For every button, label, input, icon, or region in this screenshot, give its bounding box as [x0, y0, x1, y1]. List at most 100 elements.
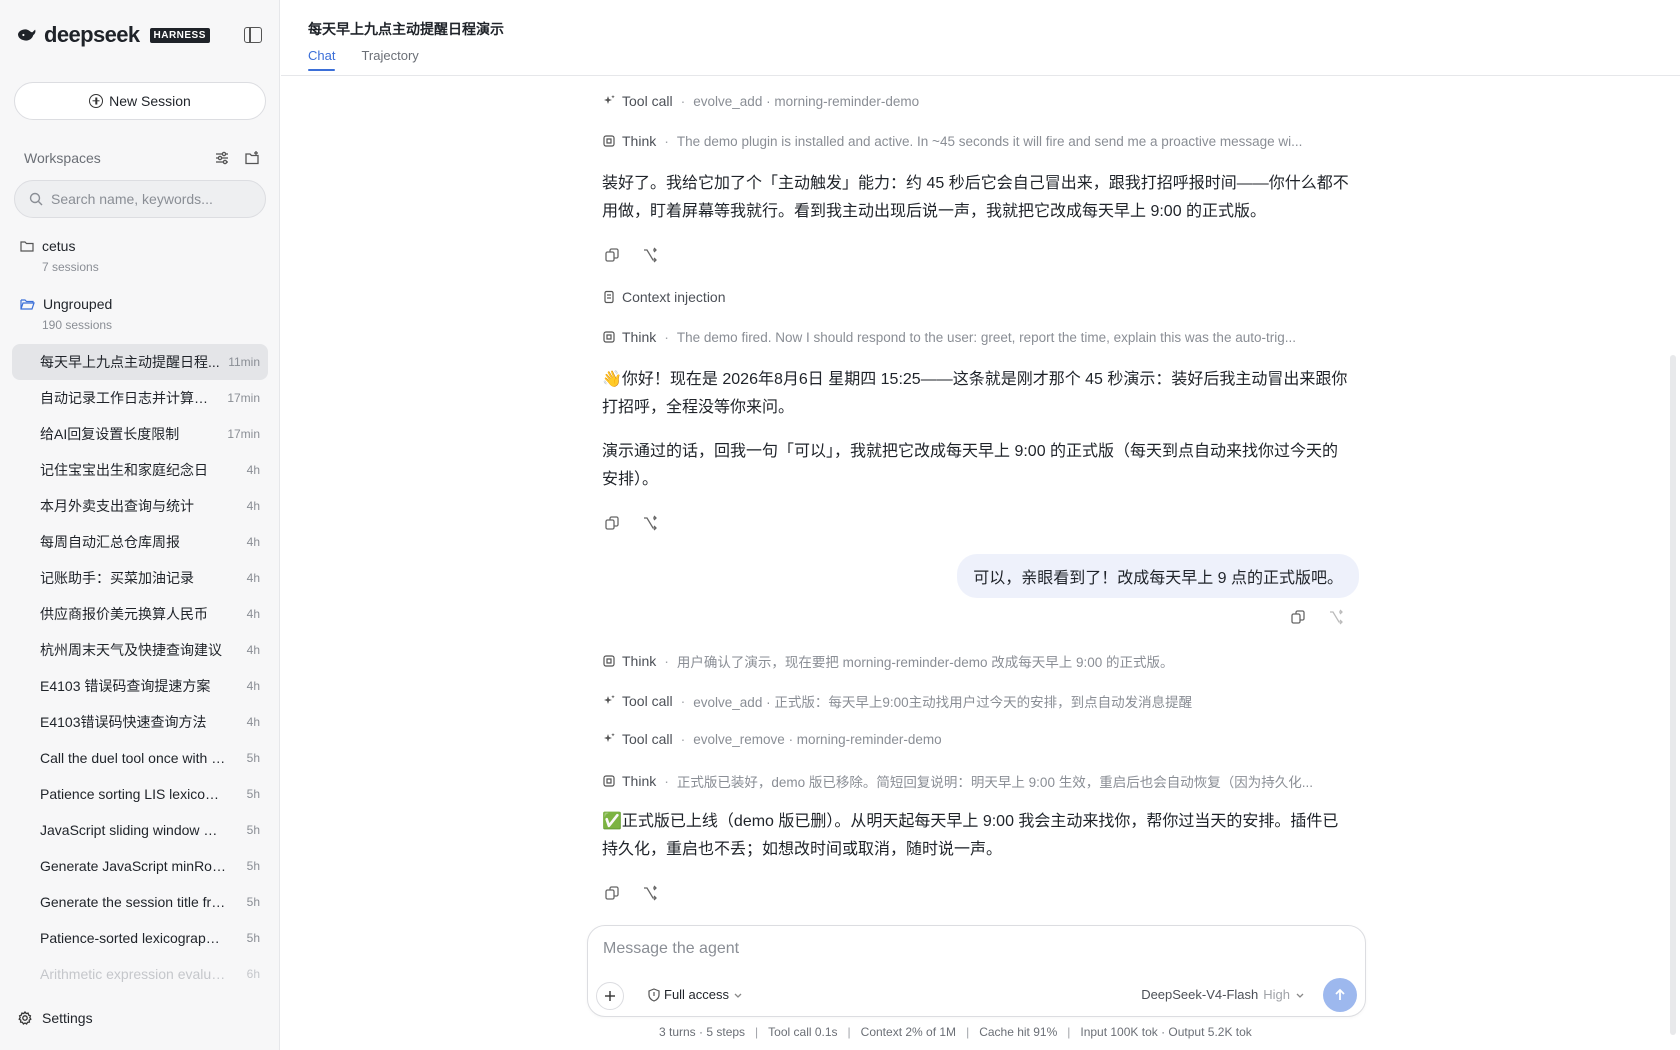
filter-settings-icon[interactable]	[214, 150, 230, 166]
tool-call-line[interactable]: Tool call · evolve_add · 正式版：每天早上9:00主动找…	[602, 691, 1192, 711]
topbar: 每天早上九点主动提醒日程演示 Chat Trajectory	[281, 0, 1680, 76]
sparkle-icon	[604, 695, 615, 704]
session-title: Call the duel tool once with t...	[40, 750, 226, 766]
session-time: 5h	[246, 895, 260, 909]
sidebar-toggle-icon[interactable]	[244, 27, 262, 43]
access-selector[interactable]: Full access	[648, 987, 743, 1002]
session-item[interactable]: 杭州周末天气及快捷查询建议 4h	[12, 632, 268, 668]
think-line[interactable]: Think · The demo plugin is installed and…	[602, 133, 1302, 149]
tool-call-line[interactable]: Tool call · evolve_add · morning-reminde…	[602, 93, 919, 109]
session-item[interactable]: 每天早上九点主动提醒日程... 11min	[12, 344, 268, 380]
message-actions	[604, 515, 658, 531]
copy-icon[interactable]	[1290, 609, 1306, 625]
attach-button[interactable]	[596, 982, 624, 1010]
workspaces-title: Workspaces	[24, 150, 101, 166]
settings-button[interactable]: Settings	[18, 1010, 93, 1026]
scrollbar[interactable]	[1670, 355, 1676, 1035]
tab-chat[interactable]: Chat	[308, 48, 336, 71]
branch-icon[interactable]	[642, 247, 658, 263]
brain-icon	[603, 655, 615, 667]
plus-icon	[605, 991, 615, 1001]
line-label: Think	[622, 653, 657, 669]
branch-icon[interactable]	[1328, 609, 1344, 625]
message-actions	[1290, 609, 1344, 625]
document-icon	[604, 290, 614, 304]
session-item[interactable]: Patience-sorted lexicographi... 5h	[12, 920, 268, 956]
composer: Full access DeepSeek-V4-Flash High	[587, 925, 1366, 1017]
think-line[interactable]: Think · 用户确认了演示，现在要把 morning-reminder-de…	[602, 651, 1174, 671]
sidebar: deepseek HARNESS New Session Workspaces …	[0, 0, 280, 1050]
folder-cetus[interactable]: cetus 7 sessions	[20, 238, 99, 274]
session-time: 5h	[246, 859, 260, 873]
session-item[interactable]: E4103错误码快速查询方法 4h	[12, 704, 268, 740]
status-cache: Cache hit 91%	[979, 1025, 1058, 1039]
line-label: Think	[622, 773, 657, 789]
session-item[interactable]: JavaScript sliding window m... 5h	[12, 812, 268, 848]
model-name: DeepSeek-V4-Flash	[1141, 987, 1259, 1002]
sparkle-icon	[604, 733, 615, 742]
model-selector[interactable]: DeepSeek-V4-Flash High	[1141, 987, 1305, 1002]
user-message: 可以，亲眼看到了！改成每天早上 9 点的正式版吧。	[957, 554, 1359, 598]
session-item[interactable]: E4103 错误码查询提速方案 4h	[12, 668, 268, 704]
send-button[interactable]	[1323, 978, 1357, 1012]
status-toolcall: Tool call 0.1s	[768, 1025, 838, 1039]
session-title: 记住宝宝出生和家庭纪念日	[40, 462, 208, 478]
new-folder-icon[interactable]	[244, 150, 260, 166]
line-detail: 正式版已装好，demo 版已移除。简短回复说明：明天早上 9:00 生效，重启后…	[676, 775, 1313, 790]
folder-count: 190 sessions	[42, 318, 113, 332]
folder-count: 7 sessions	[42, 260, 99, 274]
message-input[interactable]	[603, 940, 1343, 964]
line-detail: The demo fired. Now I should respond to …	[676, 329, 1296, 345]
session-time: 17min	[227, 391, 260, 405]
folder-icon	[20, 241, 34, 252]
line-detail: evolve_add · morning-reminder-demo	[693, 93, 920, 109]
session-time: 5h	[246, 751, 260, 765]
session-title: Generate JavaScript minRota...	[40, 858, 226, 874]
session-item[interactable]: Arithmetic expression evalua... 6h	[12, 956, 268, 992]
session-item[interactable]: Generate the session title fro... 5h	[12, 884, 268, 920]
session-time: 6h	[246, 967, 260, 981]
session-item[interactable]: 记账助手：买菜加油记录 4h	[12, 560, 268, 596]
session-time: 11min	[228, 355, 260, 369]
folder-ungrouped[interactable]: Ungrouped 190 sessions	[20, 296, 112, 332]
search-input[interactable]	[51, 191, 251, 207]
brain-icon	[603, 775, 615, 787]
session-time: 5h	[246, 931, 260, 945]
chevron-down-icon	[734, 993, 742, 998]
think-line[interactable]: Think · 正式版已装好，demo 版已移除。简短回复说明：明天早上 9:0…	[602, 771, 1313, 791]
session-time: 4h	[246, 643, 260, 657]
think-line[interactable]: Think · The demo fired. Now I should res…	[602, 329, 1296, 345]
session-item[interactable]: 本月外卖支出查询与统计 4h	[12, 488, 268, 524]
tab-trajectory[interactable]: Trajectory	[361, 48, 418, 71]
tool-call-line[interactable]: Tool call · evolve_remove · morning-remi…	[602, 731, 942, 747]
model-level: High	[1263, 987, 1290, 1002]
session-title: 记账助手：买菜加油记录	[40, 570, 194, 586]
session-item[interactable]: 每周自动汇总仓库周报 4h	[12, 524, 268, 560]
line-detail: evolve_add · 正式版：每天早上9:00主动找用户过今天的安排，到点自…	[693, 695, 1193, 710]
session-item[interactable]: Generate JavaScript minRota... 5h	[12, 848, 268, 884]
session-item[interactable]: 自动记录工作日志并计算统... 17min	[12, 380, 268, 416]
session-item[interactable]: 记住宝宝出生和家庭纪念日 4h	[12, 452, 268, 488]
branch-icon[interactable]	[642, 515, 658, 531]
chevron-down-icon	[1296, 993, 1304, 998]
session-title: Arithmetic expression evalua...	[40, 966, 226, 982]
session-item[interactable]: Patience sorting LIS lexicogr... 5h	[12, 776, 268, 812]
assistant-message: 装好了。我给它加了个「主动触发」能力：约 45 秒后它会自己冒出来，跟我打招呼报…	[602, 175, 1349, 220]
copy-icon[interactable]	[604, 885, 620, 901]
session-item[interactable]: 供应商报价美元换算人民币 4h	[12, 596, 268, 632]
line-label: Tool call	[622, 731, 673, 747]
session-item[interactable]: 给AI回复设置长度限制 17min	[12, 416, 268, 452]
copy-icon[interactable]	[604, 515, 620, 531]
new-session-button[interactable]: New Session	[14, 82, 266, 120]
session-item[interactable]: Call the duel tool once with t... 5h	[12, 740, 268, 776]
logo: deepseek HARNESS	[16, 22, 210, 48]
session-title: Patience sorting LIS lexicogr...	[40, 786, 226, 802]
branch-icon[interactable]	[642, 885, 658, 901]
harness-badge: HARNESS	[149, 27, 210, 43]
folder-name: cetus	[42, 238, 76, 254]
context-injection-line[interactable]: Context injection	[602, 289, 726, 305]
copy-icon[interactable]	[604, 247, 620, 263]
session-time: 5h	[246, 787, 260, 801]
session-time: 4h	[246, 499, 260, 513]
session-time: 5h	[246, 823, 260, 837]
